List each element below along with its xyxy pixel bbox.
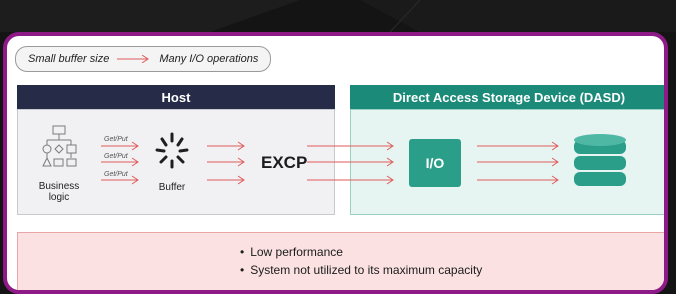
getput-label-1: Get/Put — [104, 136, 128, 143]
problem-panel: Low performance System not utilized to i… — [17, 232, 664, 290]
buffer-spinner-icon — [155, 132, 189, 169]
buffer-to-excp-arrows — [207, 141, 245, 185]
io-label: I/O — [425, 155, 445, 171]
problem-list: Low performance System not utilized to i… — [240, 243, 482, 279]
business-logic-label: Business logic — [38, 181, 80, 203]
business-logic-icon — [42, 125, 77, 167]
io-box: I/O — [409, 139, 461, 187]
database-icon — [574, 134, 626, 186]
problem-item-low-performance: Low performance — [240, 243, 482, 261]
diagram-card: Small buffer size Many I/O operations Ho… — [3, 32, 668, 294]
io-to-storage-arrows — [477, 141, 559, 185]
excp-to-io-arrows — [307, 141, 394, 185]
problem-item-capacity: System not utilized to its maximum capac… — [240, 261, 482, 279]
getput-label-2: Get/Put — [104, 153, 128, 160]
getput-label-3: Get/Put — [104, 171, 128, 178]
excp-label: EXCP — [261, 153, 308, 172]
buffer-label: Buffer — [158, 182, 186, 193]
